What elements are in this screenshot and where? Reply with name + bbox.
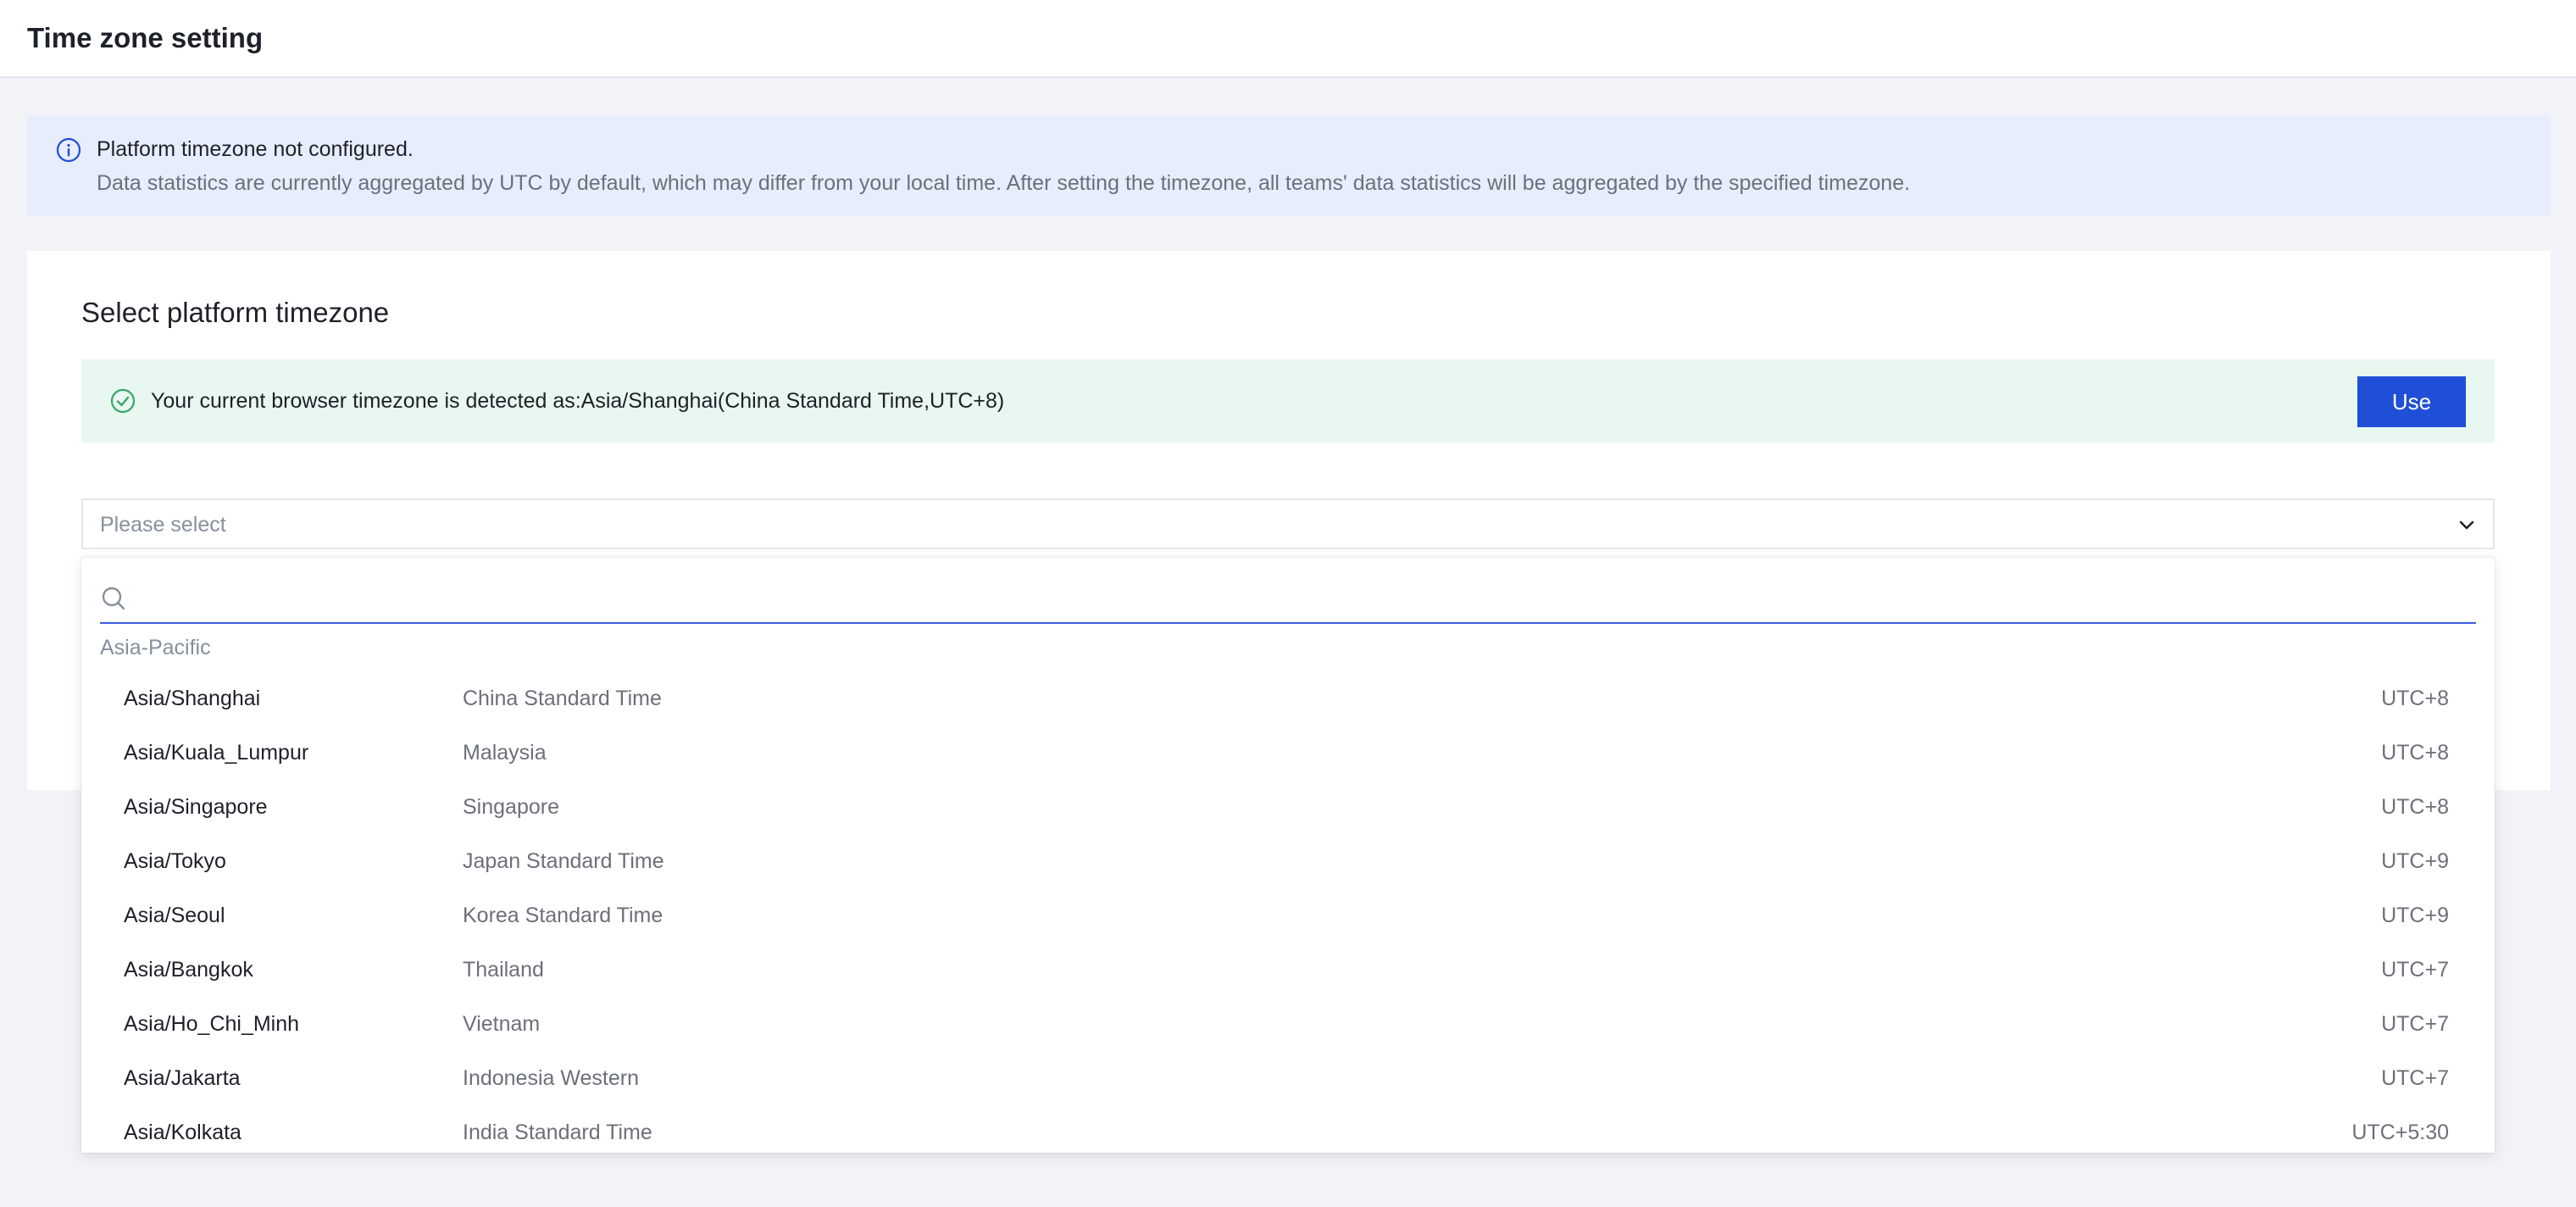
timezone-name: China Standard Time bbox=[463, 687, 662, 710]
timezone-option[interactable]: Asia/Seoul Korea Standard Time UTC+9 bbox=[100, 888, 2476, 943]
timezone-name: Vietnam bbox=[463, 1012, 541, 1036]
timezone-id: Asia/Kolkata bbox=[124, 1121, 242, 1144]
search-icon bbox=[100, 585, 127, 612]
timezone-offset: UTC+8 bbox=[2381, 687, 2449, 710]
page-title: Time zone setting bbox=[27, 22, 264, 53]
timezone-option-list: Asia/Shanghai China Standard Time UTC+8 … bbox=[100, 671, 2476, 1153]
timezone-name: Indonesia Western bbox=[463, 1066, 639, 1090]
timezone-select[interactable]: Please select bbox=[81, 498, 2495, 549]
notice-description: Data statistics are currently aggregated… bbox=[97, 171, 1911, 195]
use-button[interactable]: Use bbox=[2357, 376, 2466, 427]
timezone-offset: UTC+8 bbox=[2381, 795, 2449, 819]
timezone-id: Asia/Seoul bbox=[124, 904, 225, 927]
timezone-option[interactable]: Asia/Tokyo Japan Standard Time UTC+9 bbox=[100, 834, 2476, 888]
timezone-offset: UTC+7 bbox=[2381, 958, 2449, 982]
timezone-name: Singapore bbox=[463, 795, 559, 819]
timezone-name: Japan Standard Time bbox=[463, 849, 664, 873]
timezone-offset: UTC+9 bbox=[2381, 904, 2449, 927]
timezone-option[interactable]: Asia/Singapore Singapore UTC+8 bbox=[100, 780, 2476, 834]
timezone-offset: UTC+5:30 bbox=[2351, 1121, 2449, 1144]
info-icon bbox=[56, 137, 81, 163]
dropdown-search bbox=[100, 576, 2476, 624]
timezone-option[interactable]: Asia/Jakarta Indonesia Western UTC+7 bbox=[100, 1051, 2476, 1105]
check-circle-icon bbox=[110, 388, 136, 414]
timezone-option[interactable]: Asia/Shanghai China Standard Time UTC+8 bbox=[100, 671, 2476, 726]
timezone-name: Korea Standard Time bbox=[463, 904, 663, 927]
timezone-offset: UTC+7 bbox=[2381, 1066, 2449, 1090]
timezone-dropdown: Asia-Pacific Asia/Shanghai China Standar… bbox=[81, 558, 2495, 1153]
timezone-option[interactable]: Asia/Ho_Chi_Minh Vietnam UTC+7 bbox=[100, 997, 2476, 1051]
section-title: Select platform timezone bbox=[81, 297, 390, 328]
timezone-offset: UTC+8 bbox=[2381, 741, 2449, 765]
timezone-id: Asia/Bangkok bbox=[124, 958, 253, 982]
notice-title: Platform timezone not configured. bbox=[97, 137, 414, 161]
detected-timezone-text: Your current browser timezone is detecte… bbox=[151, 389, 1005, 413]
timezone-id: Asia/Ho_Chi_Minh bbox=[124, 1012, 300, 1036]
timezone-name: India Standard Time bbox=[463, 1121, 652, 1144]
chevron-down-icon bbox=[2456, 514, 2478, 536]
timezone-offset: UTC+9 bbox=[2381, 849, 2449, 873]
search-input[interactable] bbox=[137, 580, 2462, 619]
detected-timezone-bar: Your current browser timezone is detecte… bbox=[81, 359, 2495, 442]
timezone-option[interactable]: Asia/Kuala_Lumpur Malaysia UTC+8 bbox=[100, 726, 2476, 780]
timezone-name: Thailand bbox=[463, 958, 544, 982]
select-placeholder: Please select bbox=[100, 513, 226, 537]
timezone-id: Asia/Jakarta bbox=[124, 1066, 241, 1090]
timezone-option[interactable]: Asia/Kolkata India Standard Time UTC+5:3… bbox=[100, 1105, 2476, 1153]
timezone-option[interactable]: Asia/Bangkok Thailand UTC+7 bbox=[100, 943, 2476, 997]
timezone-name: Malaysia bbox=[463, 741, 547, 765]
timezone-id: Asia/Kuala_Lumpur bbox=[124, 741, 309, 765]
timezone-notice-banner: Platform timezone not configured. Data s… bbox=[27, 115, 2551, 215]
timezone-offset: UTC+7 bbox=[2381, 1012, 2449, 1036]
top-bar: Time zone setting bbox=[0, 0, 2576, 78]
group-label: Asia-Pacific bbox=[100, 636, 211, 659]
timezone-id: Asia/Tokyo bbox=[124, 849, 226, 873]
timezone-id: Asia/Singapore bbox=[124, 795, 268, 819]
timezone-id: Asia/Shanghai bbox=[124, 687, 261, 710]
